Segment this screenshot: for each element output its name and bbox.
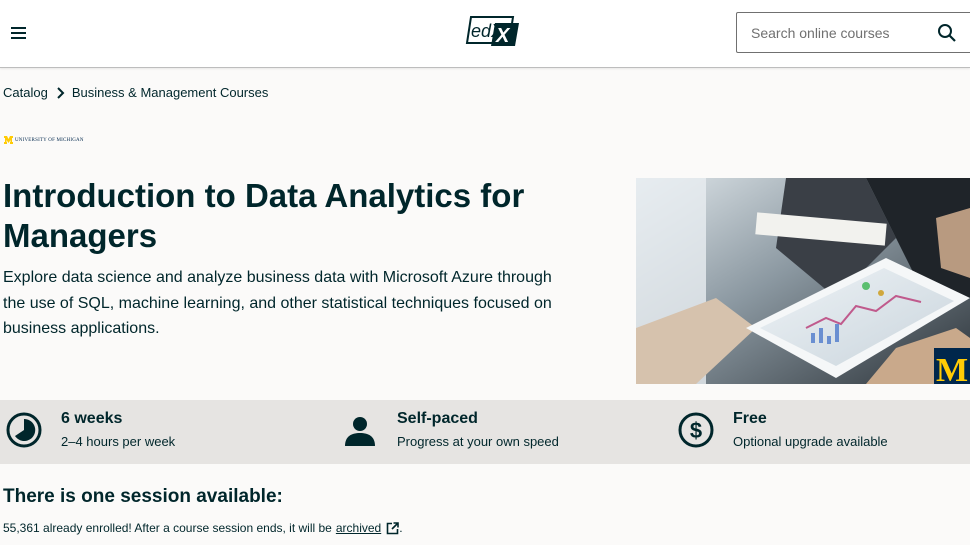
archived-link[interactable]: archived — [336, 521, 381, 535]
edx-logo[interactable]: edX X — [465, 15, 521, 47]
breadcrumb: Catalog Business & Management Courses — [3, 85, 268, 100]
chevron-right-icon — [57, 86, 65, 99]
course-title: Introduction to Data Analytics for Manag… — [3, 177, 525, 254]
enrolled-info: 55,361 already enrolled! After a course … — [3, 521, 403, 535]
michigan-m-overlay: M — [936, 352, 968, 384]
university-logo[interactable]: UNIVERSITY OF MICHIGAN — [4, 136, 84, 144]
course-image: M — [636, 178, 970, 384]
breadcrumb-catalog[interactable]: Catalog — [3, 85, 48, 100]
info-pacing-subtitle: Progress at your own speed — [397, 434, 559, 449]
svg-text:$: $ — [690, 418, 702, 443]
sessions-heading: There is one session available: — [3, 486, 283, 507]
svg-text:X: X — [495, 25, 511, 47]
course-info-bar: 6 weeks 2–4 hours per week Self-paced Pr… — [0, 400, 970, 464]
info-duration: 6 weeks 2–4 hours per week — [0, 400, 320, 464]
michigan-m-logo — [4, 136, 13, 144]
breadcrumb-business-management[interactable]: Business & Management Courses — [72, 85, 269, 100]
university-name: UNIVERSITY OF MICHIGAN — [15, 137, 84, 143]
info-price-subtitle: Optional upgrade available — [733, 434, 888, 449]
info-duration-subtitle: 2–4 hours per week — [61, 434, 176, 449]
dollar-icon: $ — [678, 412, 714, 448]
person-icon — [345, 417, 375, 446]
business-tablet-image: M — [636, 178, 970, 384]
course-description: Explore data science and analyze busines… — [3, 269, 552, 337]
info-price-title: Free — [733, 410, 767, 427]
enrolled-period: . — [399, 521, 403, 535]
info-duration-title: 6 weeks — [61, 410, 123, 427]
search-icon[interactable] — [935, 21, 959, 45]
enrolled-text: 55,361 already enrolled! After a course … — [3, 521, 332, 535]
search-input[interactable] — [737, 13, 927, 52]
clock-icon — [6, 412, 42, 448]
info-price: $ Free Optional upgrade available — [672, 400, 970, 464]
search-box — [736, 12, 970, 53]
external-link-icon[interactable] — [386, 521, 400, 535]
info-pacing: Self-paced Progress at your own speed — [336, 400, 656, 464]
hamburger-menu-icon[interactable] — [8, 21, 32, 45]
info-pacing-title: Self-paced — [397, 410, 478, 427]
top-header: edX X — [0, 0, 970, 68]
